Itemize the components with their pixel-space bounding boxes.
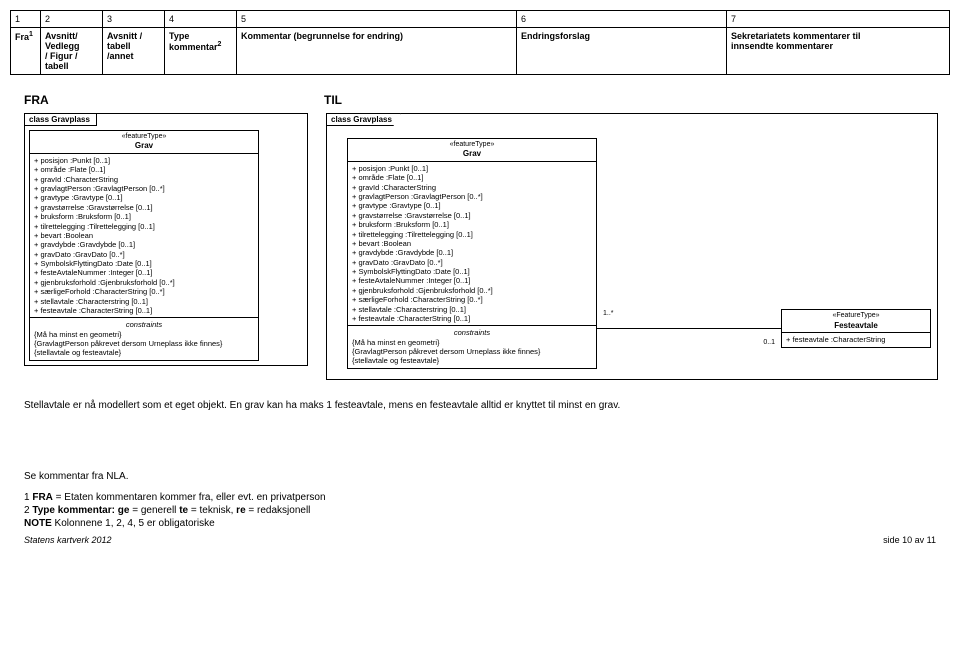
header-avsnitt-tabell: Avsnitt /tabell/annet — [103, 28, 165, 75]
association: 1..* 0..1 — [597, 308, 781, 348]
col-num-4: 4 — [165, 11, 237, 28]
col-num-1: 1 — [11, 11, 41, 28]
footnote-2: 2 Type kommentar: ge = generell te = tek… — [24, 505, 936, 516]
page-number: side 10 av 11 — [883, 535, 936, 545]
right-package-label: class Gravplass — [326, 113, 401, 126]
right-grav-constraints: constraints {Må ha minst en geometri}{Gr… — [348, 326, 596, 368]
col-num-2: 2 — [41, 11, 103, 28]
left-grav-constraints: constraints {Må ha minst en geometri}{Gr… — [30, 318, 258, 360]
body-paragraph: Stellavtale er nå modellert som et eget … — [24, 400, 936, 411]
right-grav-attrs: + posisjon :Punkt [0..1]+ område :Flate … — [348, 162, 596, 326]
header-sekretariat: Sekretariatets kommentarer tilinnsendte … — [727, 28, 950, 75]
footnote-3: NOTE Kolonnene 1, 2, 4, 5 er obligatoris… — [24, 518, 936, 529]
mult-right: 0..1 — [763, 339, 775, 346]
mult-left: 1..* — [603, 310, 614, 317]
assoc-line — [597, 328, 781, 329]
header-avsnitt-vedlegg: Avsnitt/Vedlegg/ Figur /tabell — [41, 28, 103, 75]
header-endringsforslag: Endringsforslag — [517, 28, 727, 75]
left-package-label: class Gravplass — [25, 114, 97, 126]
col-num-6: 6 — [517, 11, 727, 28]
col-num-7: 7 — [727, 11, 950, 28]
right-grav-head: «featureType» Grav — [348, 139, 596, 162]
col-num-5: 5 — [237, 11, 517, 28]
footer-area: Se kommentar fra NLA. 1 FRA = Etaten kom… — [24, 471, 936, 545]
left-grav-attrs: + posisjon :Punkt [0..1]+ område :Flate … — [30, 154, 258, 318]
left-grav-head: «featureType» Grav — [30, 131, 258, 154]
right-grav-class: «featureType» Grav + posisjon :Punkt [0.… — [347, 138, 597, 369]
right-diagram: class Gravplass «featureType» Grav + pos… — [326, 113, 938, 380]
publisher: Statens kartverk 2012 — [24, 535, 112, 545]
til-label: TIL — [324, 93, 342, 107]
header-type-kommentar: Typekommentar2 — [165, 28, 237, 75]
header-fra: Fra1 — [11, 28, 41, 75]
fra-til-labels: FRA TIL — [24, 93, 950, 107]
see-comment: Se kommentar fra NLA. — [24, 471, 936, 482]
footnote-1: 1 FRA = Etaten kommentaren kommer fra, e… — [24, 492, 936, 503]
festeavtale-class: «FeatureType» Festeavtale + festeavtale … — [781, 309, 931, 347]
left-diagram: class Gravplass «featureType» Grav + pos… — [24, 113, 308, 366]
festeavtale-head: «FeatureType» Festeavtale — [782, 310, 930, 333]
header-table: 1 2 3 4 5 6 7 Fra1 Avsnitt/Vedlegg/ Figu… — [10, 10, 950, 75]
fra-label: FRA — [24, 93, 324, 107]
col-num-3: 3 — [103, 11, 165, 28]
diagrams-row: class Gravplass «featureType» Grav + pos… — [24, 113, 950, 380]
page-footer: Statens kartverk 2012 side 10 av 11 — [24, 535, 936, 545]
festeavtale-attr: + festeavtale :CharacterString — [782, 333, 930, 346]
header-kommentar: Kommentar (begrunnelse for endring) — [237, 28, 517, 75]
left-grav-class: «featureType» Grav + posisjon :Punkt [0.… — [29, 130, 259, 361]
